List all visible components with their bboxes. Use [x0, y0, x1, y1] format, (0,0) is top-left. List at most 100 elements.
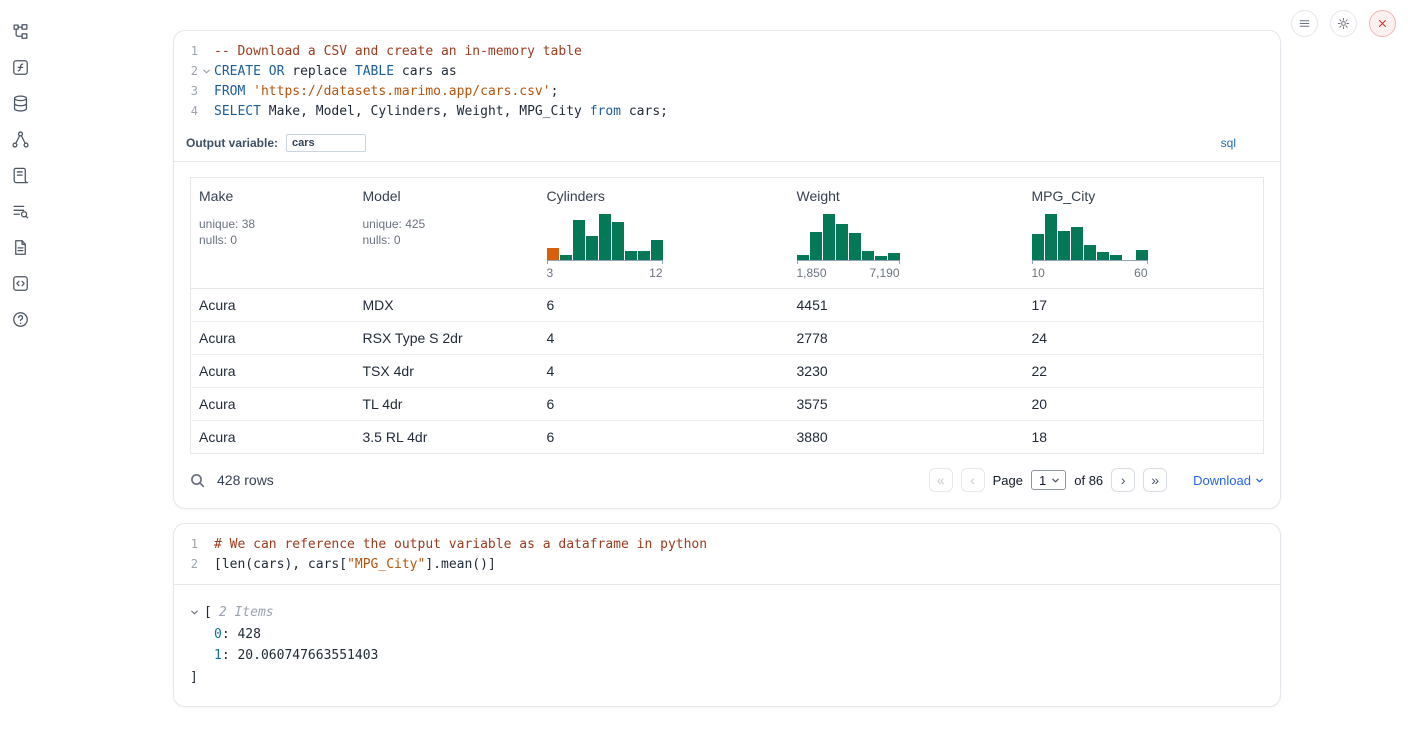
table-cell: TL 4dr	[355, 388, 539, 421]
histogram-axis	[547, 260, 663, 263]
histogram-axis-labels: 1,850 7,190	[797, 266, 900, 280]
histogram-bar[interactable]	[1058, 231, 1070, 260]
fold-chevron-icon[interactable]	[198, 67, 214, 76]
python-code-editor[interactable]: 1 # We can reference the output variable …	[174, 524, 1280, 585]
histogram-bar[interactable]	[1084, 245, 1096, 260]
dependency-graph-icon[interactable]	[11, 130, 30, 149]
sql-cell: 1 -- Download a CSV and create an in-memo…	[173, 30, 1281, 509]
database-icon[interactable]	[11, 94, 30, 113]
code-text: -- Download a CSV and create an in-memor…	[214, 44, 582, 59]
code-text: CREATE OR replace TABLE cars as	[214, 64, 457, 79]
axis-label: 7,190	[869, 266, 899, 280]
column-label[interactable]: Cylinders	[547, 188, 781, 204]
left-sidebar	[11, 22, 30, 329]
document-icon[interactable]	[11, 238, 30, 257]
histogram-bars[interactable]	[547, 212, 663, 260]
list-search-icon[interactable]	[11, 202, 30, 221]
first-page-button[interactable]: «	[929, 468, 953, 492]
tree-open-bracket: [	[204, 602, 212, 624]
tree-entry-key: 1	[214, 645, 222, 667]
column-header[interactable]: Modelunique: 425nulls: 0	[355, 178, 539, 289]
histogram-bar[interactable]	[849, 233, 861, 260]
next-page-button[interactable]: ›	[1111, 468, 1135, 492]
last-page-button[interactable]: »	[1143, 468, 1167, 492]
column-label[interactable]: Model	[363, 188, 531, 204]
collapse-chevron-icon[interactable]	[190, 608, 204, 617]
table-cell: TSX 4dr	[355, 355, 539, 388]
chevron-right-icon: ›	[1121, 473, 1126, 487]
sql-code-editor[interactable]: 1 -- Download a CSV and create an in-memo…	[174, 31, 1280, 129]
histogram-bar[interactable]	[599, 214, 611, 260]
histogram-bar[interactable]	[638, 251, 650, 260]
shutdown-button[interactable]	[1369, 10, 1396, 37]
line-number: 4	[174, 104, 198, 118]
download-label: Download	[1193, 473, 1251, 488]
data-table: Make unique: 38nulls: 0Modelunique: 425nu…	[190, 177, 1264, 454]
histogram-bar[interactable]	[810, 232, 822, 260]
settings-button[interactable]	[1330, 10, 1357, 37]
help-circle-icon[interactable]	[11, 310, 30, 329]
axis-label: 1,850	[797, 266, 827, 280]
code-line[interactable]: 3FROM 'https://datasets.marimo.app/cars.…	[174, 81, 1280, 101]
code-line[interactable]: 1 -- Download a CSV and create an in-memo…	[174, 41, 1280, 61]
table-cell: 4	[539, 355, 789, 388]
axis-label: 60	[1134, 266, 1147, 280]
code-line[interactable]: 2[len(cars), cars["MPG_City"].mean()]	[174, 554, 1280, 574]
histogram-bars[interactable]	[797, 212, 900, 260]
code-line[interactable]: 4SELECT Make, Model, Cylinders, Weight, …	[174, 101, 1280, 121]
code-text: # We can reference the output variable a…	[214, 537, 707, 552]
column-label[interactable]: MPG_City	[1032, 188, 1256, 204]
histogram-axis	[1032, 260, 1148, 263]
code-square-icon[interactable]	[11, 274, 30, 293]
histogram-bars[interactable]	[1032, 212, 1148, 260]
column-label[interactable]: Make	[199, 188, 347, 204]
column-histogram[interactable]: 1060	[1032, 212, 1148, 280]
page-total: of 86	[1074, 473, 1103, 488]
table-cell: 6	[539, 289, 789, 322]
column-histogram[interactable]: 312	[547, 212, 663, 280]
histogram-bar[interactable]	[586, 236, 598, 260]
histogram-bar[interactable]	[823, 214, 835, 260]
histogram-bar[interactable]	[625, 251, 637, 260]
histogram-bar[interactable]	[862, 251, 874, 260]
histogram-bar[interactable]	[651, 240, 663, 260]
column-stats: unique: 38nulls: 0	[199, 216, 347, 248]
column-histogram[interactable]: 1,850 7,190	[797, 212, 900, 280]
histogram-bar[interactable]	[836, 224, 848, 260]
column-label[interactable]: Weight	[797, 188, 1016, 204]
download-button[interactable]: Download	[1193, 473, 1264, 488]
output-variable-input[interactable]	[286, 134, 366, 152]
function-square-icon[interactable]	[11, 58, 30, 77]
histogram-bar[interactable]	[1071, 227, 1083, 260]
column-header[interactable]: Weight 1,850 7,190	[789, 178, 1024, 289]
file-tree-icon[interactable]	[11, 22, 30, 41]
search-icon[interactable]	[190, 473, 205, 488]
histogram-bar[interactable]	[1045, 214, 1057, 260]
table-header-row: Make unique: 38nulls: 0Modelunique: 425nu…	[191, 178, 1264, 289]
code-line[interactable]: 1 # We can reference the output variable …	[174, 534, 1280, 554]
menu-button[interactable]	[1291, 10, 1318, 37]
output-tree: [2 Items0: 4281: 20.060747663551403]	[174, 585, 1280, 706]
table-row: AcuraTL 4dr6357520	[191, 388, 1264, 421]
column-header[interactable]: Cylinders 312	[539, 178, 789, 289]
line-number: 1	[174, 44, 198, 58]
histogram-bar[interactable]	[1097, 252, 1109, 260]
table-cell: Acura	[191, 355, 355, 388]
table-cell: 3575	[789, 388, 1024, 421]
prev-page-button[interactable]: ‹	[961, 468, 985, 492]
column-header[interactable]: Make unique: 38nulls: 0	[191, 178, 355, 289]
histogram-bar[interactable]	[1032, 234, 1044, 260]
histogram-bar[interactable]	[1136, 250, 1148, 260]
histogram-bar[interactable]	[573, 220, 585, 260]
line-number: 1	[174, 537, 198, 551]
scroll-icon[interactable]	[11, 166, 30, 185]
histogram-bar[interactable]	[547, 248, 559, 260]
tree-entry-value: : 20.060747663551403	[222, 645, 379, 667]
code-line[interactable]: 2CREATE OR replace TABLE cars as	[174, 61, 1280, 81]
column-header[interactable]: MPG_City 1060	[1024, 178, 1264, 289]
histogram-bar[interactable]	[612, 222, 624, 260]
page-select[interactable]: 1	[1031, 470, 1066, 490]
chevrons-left-icon: «	[937, 473, 945, 487]
histogram-bar[interactable]	[888, 253, 900, 260]
table-cell: 22	[1024, 355, 1264, 388]
